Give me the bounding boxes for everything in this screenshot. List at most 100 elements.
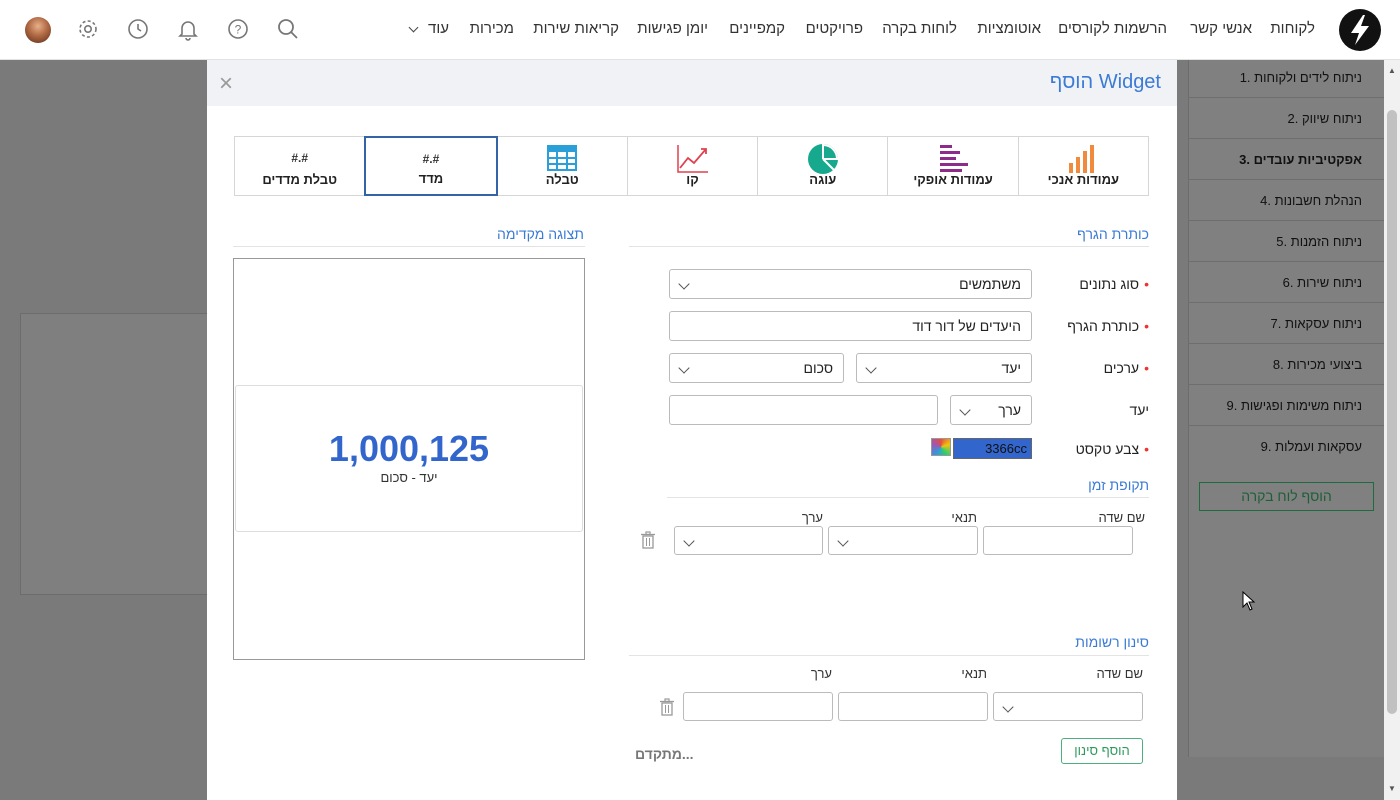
section-title-chart: כותרת הגרף (1077, 226, 1149, 242)
close-icon[interactable]: × (219, 70, 233, 98)
sidebar-item-orders[interactable]: 5. ניתוח הזמנות (1276, 234, 1362, 249)
divider (667, 497, 1149, 498)
sidebar-item-deals[interactable]: 7. ניתוח עסקאות (1271, 316, 1362, 331)
chevron-down-icon (678, 362, 690, 374)
sidebar-item-accounting[interactable]: 4. הנהלת חשבונות (1260, 193, 1362, 208)
clock-icon[interactable] (126, 17, 150, 41)
values-field-select[interactable]: יעד (856, 353, 1032, 383)
data-type-select[interactable]: משתמשים (669, 269, 1032, 299)
column-header-condition: תנאי (951, 510, 977, 525)
tab-label: קו (686, 172, 699, 187)
column-header-value: ערך (810, 666, 832, 681)
preview-title: תצוגה מקדימה (497, 226, 584, 242)
sidebar-item-marketing[interactable]: 2. ניתוח שיווק (1288, 111, 1362, 126)
advanced-link[interactable]: מתקדם... (635, 746, 694, 762)
add-dashboard-button[interactable]: הוסף לוח בקרה (1199, 482, 1374, 511)
metric-subtitle: יעד - סכום (380, 470, 438, 485)
sidebar-item-employee-effectiveness[interactable]: 3. אפקטיביות עובדים (1239, 152, 1362, 167)
target-value-input[interactable] (669, 395, 938, 425)
page-scrollbar[interactable]: ▲ ▼ (1384, 60, 1400, 800)
nav-item-automations[interactable]: אוטומציות (977, 20, 1041, 37)
nav-item-campaigns[interactable]: קמפיינים (729, 20, 785, 37)
sidebar-item-tasks-meetings[interactable]: 9. ניתוח משימות ופגישות (1226, 398, 1362, 413)
tab-label: עמודות אנכי (1047, 172, 1120, 187)
metric-hash-icon: #.# (422, 152, 440, 166)
values-aggregation-select[interactable]: סכום (669, 353, 844, 383)
sidebar-item-service[interactable]: 6. ניתוח שירות (1283, 275, 1362, 290)
scrollbar-thumb[interactable] (1387, 110, 1397, 714)
color-palette-icon[interactable] (931, 438, 951, 456)
bell-icon[interactable] (176, 17, 200, 41)
text-color-input[interactable]: 3366cc (953, 438, 1032, 459)
nav-more-menu[interactable]: עוד (428, 20, 449, 37)
gear-icon[interactable] (76, 17, 100, 41)
nav-item-dashboards[interactable]: לוחות בקרה (882, 20, 957, 37)
filter-field-select[interactable] (993, 692, 1143, 721)
chart-title-input[interactable]: היעדים של דור דוד (669, 311, 1032, 341)
tab-pie[interactable]: עוגה (757, 136, 889, 196)
help-icon[interactable]: ? (226, 17, 250, 41)
modal-header: הוסף Widget × (207, 60, 1177, 106)
tab-label: טבלה (545, 172, 579, 187)
chart-type-tabs: עמודות אנכי עמודות אופקי עוגה קו טבלה #.… (234, 136, 1149, 196)
nav-item-service-calls[interactable]: קריאות שירות (533, 20, 619, 37)
section-title-time-period: תקופת זמן (1088, 477, 1149, 493)
target-type-select[interactable]: ערך (950, 395, 1032, 425)
nav-item-contacts[interactable]: אנשי קשר (1190, 20, 1252, 37)
tab-table[interactable]: טבלה (496, 136, 628, 196)
user-avatar[interactable] (25, 17, 51, 43)
widget-preview: 1,000,125 יעד - סכום (233, 258, 585, 660)
target-label: יעד (1129, 402, 1149, 418)
scroll-down-arrow-icon[interactable]: ▼ (1388, 784, 1396, 793)
nav-item-calendar[interactable]: יומן פגישות (637, 20, 708, 37)
chevron-down-icon (1002, 701, 1014, 713)
divider (629, 246, 1149, 247)
tab-horizontal-bars[interactable]: עמודות אופקי (887, 136, 1019, 196)
sidebar-item-leads-analysis[interactable]: 1. ניתוח לידים ולקוחות (1240, 70, 1362, 85)
scroll-up-arrow-icon[interactable]: ▲ (1388, 66, 1396, 75)
metrics-table-hash-icon: #.# (291, 151, 309, 165)
trash-icon[interactable] (640, 531, 656, 549)
sidebar-item-sales-performance[interactable]: 8. ביצועי מכירות (1273, 357, 1362, 372)
tab-metrics-table[interactable]: #.# טבלת מדדים (234, 136, 366, 196)
tab-line[interactable]: קו (626, 136, 759, 196)
chevron-down-icon (959, 404, 971, 416)
filter-condition-input[interactable] (838, 692, 988, 721)
values-label: ערכים • (1103, 360, 1149, 376)
tab-label: עמודות אופקי (913, 172, 993, 187)
tab-vertical-bars[interactable]: עמודות אנכי (1017, 136, 1149, 196)
tab-metric[interactable]: #.# מדד (364, 136, 498, 196)
nav-item-projects[interactable]: פרויקטים (806, 20, 863, 37)
nav-item-customers[interactable]: לקוחות (1270, 20, 1315, 37)
nav-item-course-registrations[interactable]: הרשמות לקורסים (1058, 20, 1167, 37)
add-widget-modal: הוסף Widget × עמודות אנכי עמודות אופקי ע… (207, 60, 1177, 800)
mouse-cursor-icon (1242, 591, 1256, 611)
time-condition-select[interactable] (828, 526, 978, 555)
section-title-filter: סינון רשומות (1075, 634, 1149, 650)
line-chart-icon (676, 145, 708, 173)
chevron-down-icon (683, 535, 695, 547)
tab-label: טבלת מדדים (262, 172, 338, 187)
sidebar-item-commissions[interactable]: 9. עסקאות ועמלות (1261, 439, 1362, 454)
chevron-down-icon (837, 535, 849, 547)
time-value-select[interactable] (674, 526, 823, 555)
background-widget-card (20, 313, 208, 595)
trash-icon[interactable] (659, 698, 675, 716)
chevron-down-icon (408, 22, 419, 33)
filter-value-input[interactable] (683, 692, 833, 721)
horizontal-bars-icon (940, 145, 969, 172)
search-icon[interactable] (276, 17, 300, 41)
column-header-field: שם שדה (1096, 666, 1143, 681)
tab-label: עוגה (809, 172, 837, 187)
nav-item-sales[interactable]: מכירות (470, 20, 514, 37)
table-icon (547, 145, 578, 171)
chevron-down-icon (678, 278, 690, 290)
app-logo[interactable] (1339, 9, 1381, 51)
metric-value: 1,000,125 (328, 428, 490, 469)
top-navigation-bar: לקוחות אנשי קשר הרשמות לקורסים אוטומציות… (0, 0, 1400, 60)
add-filter-button[interactable]: הוסף סינון (1061, 738, 1143, 764)
divider (233, 246, 585, 247)
column-header-condition: תנאי (961, 666, 987, 681)
chevron-down-icon (865, 362, 877, 374)
time-field-input[interactable] (983, 526, 1133, 555)
